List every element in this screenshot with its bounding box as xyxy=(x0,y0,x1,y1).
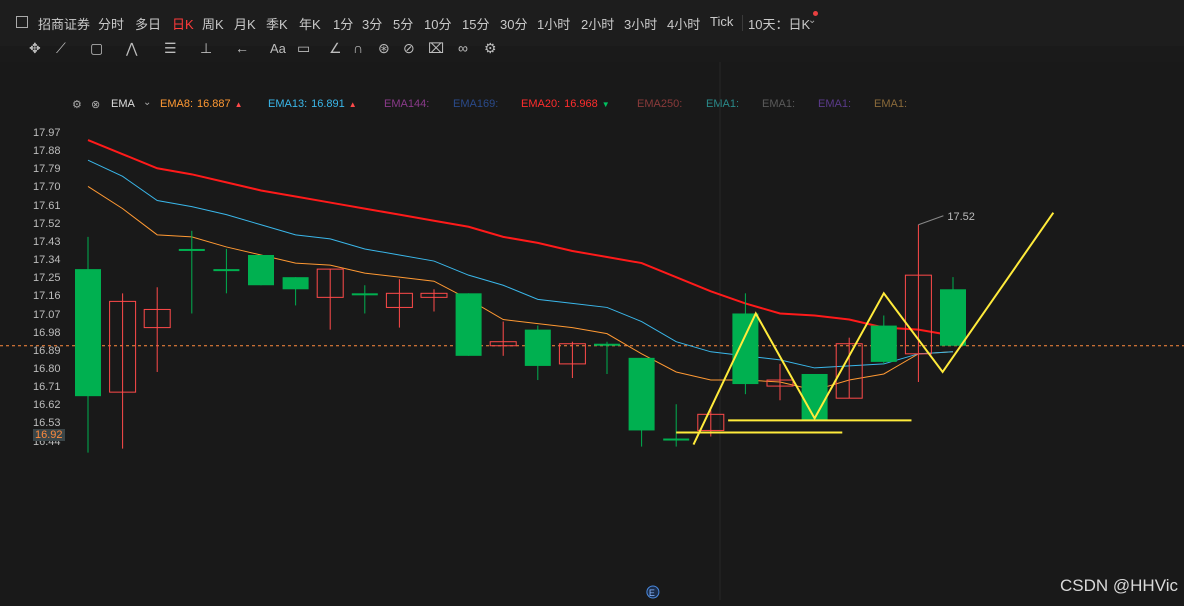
candle-body xyxy=(594,343,620,346)
ema8-line xyxy=(87,186,954,391)
candle-body xyxy=(628,357,655,431)
candle-body xyxy=(178,248,205,251)
event-marker-letter: E xyxy=(649,588,655,598)
high-annotation-line xyxy=(918,215,944,226)
candle-body xyxy=(248,255,274,286)
candle-body xyxy=(213,269,240,272)
high-annotation-label: 17.52 xyxy=(947,211,975,223)
candle-body xyxy=(455,293,482,356)
candle-body xyxy=(870,325,897,362)
candle-body xyxy=(801,373,828,421)
candle-body xyxy=(524,329,551,366)
candle-body xyxy=(351,293,378,296)
candle-body xyxy=(663,438,690,441)
candle-body xyxy=(732,313,759,385)
ema20-line xyxy=(87,139,954,337)
candle-body xyxy=(282,277,309,290)
watermark: CSDN @HHVic xyxy=(1059,576,1178,595)
candle-body xyxy=(75,269,101,397)
ema13-line xyxy=(87,159,954,369)
candle-body xyxy=(940,289,966,346)
candlestick-chart: 17.52 E xyxy=(0,62,1184,600)
